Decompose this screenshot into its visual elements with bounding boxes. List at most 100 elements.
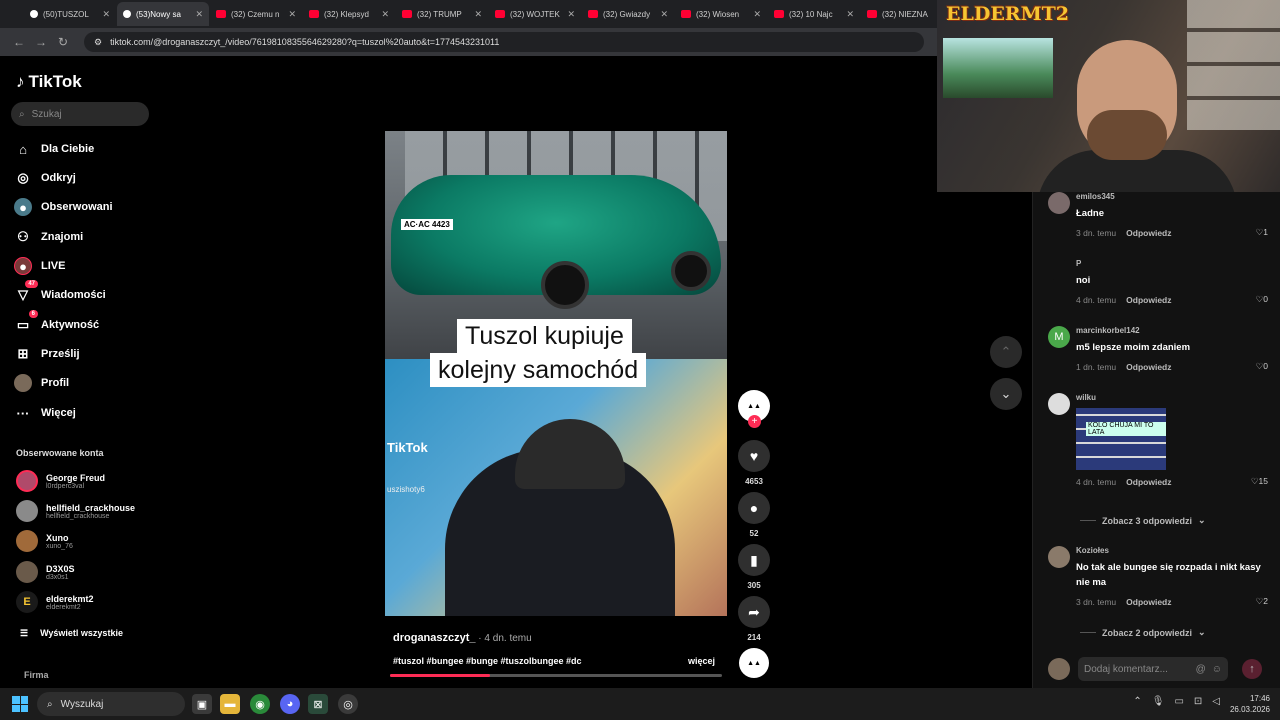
reply-button[interactable]: Odpowiedz bbox=[1126, 597, 1171, 607]
comment-username[interactable]: emilos345 bbox=[1076, 192, 1268, 201]
url-field[interactable]: ⚙ tiktok.com/@droganaszczyt_/video/76198… bbox=[84, 32, 924, 52]
youtube-icon bbox=[495, 10, 505, 18]
youtube-icon bbox=[681, 10, 691, 18]
task-view-icon[interactable]: ▣ bbox=[192, 694, 212, 714]
comment-like-button[interactable]: ♡1 bbox=[1256, 227, 1268, 238]
close-icon[interactable]: ✕ bbox=[660, 9, 668, 20]
see-replies-button[interactable]: Zobacz 2 odpowiedzi ⌄ bbox=[1080, 627, 1206, 638]
like-button[interactable]: ♥ 4653 bbox=[738, 440, 770, 486]
browser-tab[interactable]: (32) Gwiazdy ✕ bbox=[582, 2, 674, 26]
chevron-up-icon[interactable]: ⌃ bbox=[1133, 696, 1141, 707]
site-info-icon[interactable]: ⚙ bbox=[94, 37, 102, 48]
comment-input[interactable]: Dodaj komentarz... @ ☺ bbox=[1078, 657, 1228, 681]
browser-tab[interactable]: (32) 10 Najc ✕ bbox=[768, 2, 860, 26]
comment-gif[interactable]: KOLO CHUJA MI TO LATA bbox=[1076, 408, 1166, 470]
save-button[interactable]: ▮ 305 bbox=[738, 544, 770, 590]
more-button[interactable]: więcej bbox=[688, 656, 715, 666]
reply-button[interactable]: Odpowiedz bbox=[1126, 362, 1171, 372]
comment-username[interactable]: marcinkorbel142 bbox=[1076, 326, 1268, 335]
avatar[interactable] bbox=[1048, 259, 1070, 281]
next-video-button[interactable]: ⌄ bbox=[990, 378, 1022, 410]
nav-messages[interactable]: ▽ 47 Wiadomości bbox=[14, 280, 106, 304]
close-icon[interactable]: ✕ bbox=[102, 9, 110, 20]
browser-tab[interactable]: (32) Czemu n ✕ bbox=[210, 2, 302, 26]
list-icon: ☰ bbox=[20, 628, 29, 638]
avatar[interactable] bbox=[1048, 393, 1070, 415]
browser-tab[interactable]: (32) Klepsyd ✕ bbox=[303, 2, 395, 26]
comment-like-button[interactable]: ♡0 bbox=[1256, 361, 1268, 372]
followed-account[interactable]: D3X0S d3x0s1 bbox=[16, 561, 75, 583]
search-input[interactable]: ⌕ Szukaj bbox=[11, 102, 149, 126]
taskbar-search[interactable]: ⌕ Wyszukaj bbox=[37, 692, 185, 716]
nav-explore[interactable]: ◎ Odkryj bbox=[14, 169, 76, 187]
reload-icon[interactable]: ↻ bbox=[52, 31, 74, 53]
close-icon[interactable]: ✕ bbox=[753, 9, 761, 20]
back-icon[interactable]: ← bbox=[8, 31, 30, 53]
emoji-icon[interactable]: ☺ bbox=[1212, 664, 1222, 675]
microphone-icon[interactable]: 🎙 bbox=[1152, 696, 1165, 707]
file-explorer-icon[interactable]: ▬ bbox=[220, 694, 240, 714]
comment-like-button[interactable]: ♡0 bbox=[1256, 294, 1268, 305]
author-name[interactable]: droganaszczyt_ bbox=[393, 632, 476, 644]
close-icon[interactable]: ✕ bbox=[567, 9, 575, 20]
nav-more[interactable]: ··· Więcej bbox=[14, 404, 76, 422]
comment-username[interactable]: wilku bbox=[1076, 393, 1268, 402]
discord-icon[interactable]: ◕ bbox=[280, 694, 300, 714]
followed-account[interactable]: Xuno xuno_76 bbox=[16, 530, 73, 552]
share-button[interactable]: ➦ 214 bbox=[738, 596, 770, 642]
browser-tab-active[interactable]: (53)Nowy sa ✕ bbox=[117, 2, 209, 26]
volume-icon[interactable]: ◁ bbox=[1212, 696, 1220, 707]
avatar[interactable] bbox=[1048, 192, 1070, 214]
comment-button[interactable]: ● 52 bbox=[738, 492, 770, 538]
nav-following[interactable]: ● Obserwowani bbox=[14, 198, 113, 216]
chrome-icon[interactable]: ◉ bbox=[250, 694, 270, 714]
send-comment-button[interactable]: ↑ bbox=[1242, 659, 1262, 679]
comment-like-button[interactable]: ♡2 bbox=[1256, 596, 1268, 607]
reply-button[interactable]: Odpowiedz bbox=[1126, 295, 1171, 305]
nav-profile[interactable]: Profil bbox=[14, 374, 69, 392]
close-icon[interactable]: ✕ bbox=[474, 9, 482, 20]
nav-live[interactable]: ● LIVE bbox=[14, 257, 65, 275]
followed-account[interactable]: Eelderekmt2 elderekmt2 bbox=[16, 591, 94, 613]
nav-activity[interactable]: ▭ 6 Aktywność bbox=[14, 310, 99, 334]
previous-video-button[interactable]: ⌃ bbox=[990, 336, 1022, 368]
browser-tab[interactable]: (32) WOJTEK ✕ bbox=[489, 2, 581, 26]
sound-disc[interactable]: ▲▲ bbox=[739, 648, 769, 678]
nav-friends[interactable]: ⚇ Znajomi bbox=[14, 228, 83, 246]
system-clock[interactable]: 17:46 26.03.2026 bbox=[1230, 693, 1270, 715]
obs-icon[interactable]: ◎ bbox=[338, 694, 358, 714]
comment-username[interactable]: P bbox=[1076, 259, 1268, 268]
browser-tab[interactable]: (50)TUSZOL ✕ bbox=[24, 2, 116, 26]
comment-like-button[interactable]: ♡15 bbox=[1251, 476, 1268, 487]
nav-upload[interactable]: ⊞ Prześlij bbox=[14, 345, 80, 363]
forward-icon[interactable]: → bbox=[30, 31, 52, 53]
windows-start-icon[interactable] bbox=[12, 696, 28, 712]
video-hashtags[interactable]: #tuszol #bungee #bunge #tuszolbungee #dc bbox=[393, 656, 582, 666]
reply-button[interactable]: Odpowiedz bbox=[1126, 228, 1171, 238]
avatar[interactable]: M bbox=[1048, 326, 1070, 348]
close-icon[interactable]: ✕ bbox=[381, 9, 389, 20]
browser-tab[interactable]: (32) Wiosen ✕ bbox=[675, 2, 767, 26]
display-icon[interactable]: ▭ bbox=[1174, 696, 1183, 707]
see-replies-button[interactable]: Zobacz 3 odpowiedzi ⌄ bbox=[1080, 515, 1206, 526]
avatar[interactable] bbox=[1048, 546, 1070, 568]
mention-icon[interactable]: @ bbox=[1196, 664, 1206, 675]
network-icon[interactable]: ⊡ bbox=[1194, 696, 1202, 707]
nav-for-you[interactable]: ⌂ Dla Ciebie bbox=[14, 140, 94, 158]
tiktok-logo[interactable]: ♪ TikTok bbox=[16, 72, 82, 92]
see-all-button[interactable]: ☰ Wyświetl wszystkie bbox=[20, 628, 123, 639]
follow-plus-button[interactable]: + bbox=[748, 415, 761, 428]
followed-account[interactable]: George Freud l0rdperc3val bbox=[16, 470, 105, 492]
person-cap bbox=[515, 419, 625, 489]
close-icon[interactable]: ✕ bbox=[846, 9, 854, 20]
app-icon[interactable]: ⊠ bbox=[308, 694, 328, 714]
close-icon[interactable]: ✕ bbox=[288, 9, 296, 20]
video-progress-bar[interactable] bbox=[390, 674, 722, 677]
close-icon[interactable]: ✕ bbox=[195, 9, 203, 20]
footer-company-link[interactable]: Firma bbox=[24, 670, 49, 680]
browser-tab[interactable]: (32) TRUMP ✕ bbox=[396, 2, 488, 26]
followed-account[interactable]: hellfield_crackhouse hellfield_crackhouse bbox=[16, 500, 135, 522]
progress-fill bbox=[390, 674, 490, 677]
comment-username[interactable]: Koziołes bbox=[1076, 546, 1268, 555]
reply-button[interactable]: Odpowiedz bbox=[1126, 477, 1171, 487]
